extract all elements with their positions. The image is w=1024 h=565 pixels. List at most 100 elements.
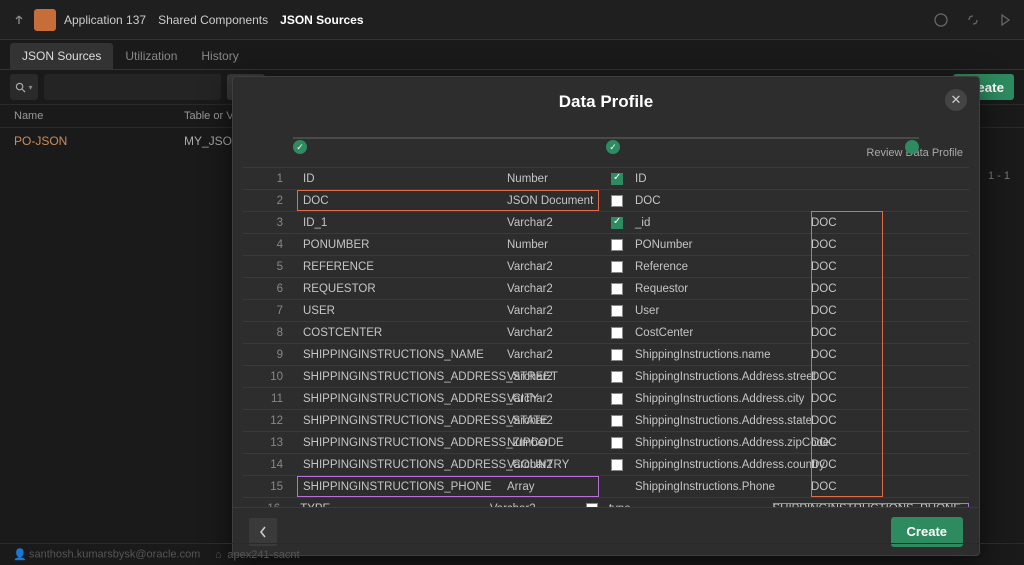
breadcrumb-item-shared[interactable]: Shared Components (158, 13, 268, 27)
checkbox[interactable] (611, 173, 623, 185)
profile-row[interactable]: 12SHIPPINGINSTRUCTIONS_ADDRESS_STATEVarc… (243, 409, 969, 431)
row-selector: ShippingInstructions.Phone (635, 481, 811, 493)
row-source: DOC (811, 305, 969, 317)
profile-row[interactable]: 15SHIPPINGINSTRUCTIONS_PHONEArrayShippin… (243, 475, 969, 497)
row-selector: _id (635, 217, 811, 229)
row-type: Number (507, 173, 599, 185)
host-label: ⌂apex241-sacnt (212, 549, 299, 561)
checkbox[interactable] (611, 349, 623, 361)
profile-row[interactable]: 11SHIPPINGINSTRUCTIONS_ADDRESS_CITYVarch… (243, 387, 969, 409)
col-name-header[interactable]: Name (14, 110, 184, 122)
row-selector: Requestor (635, 283, 811, 295)
row-index: 4 (243, 239, 297, 251)
checkbox[interactable] (586, 503, 598, 508)
row-column-name: DOC (297, 195, 507, 207)
checkbox[interactable] (611, 195, 623, 207)
row-source: DOC (811, 415, 969, 427)
profile-row[interactable]: 5REFERENCEVarchar2ReferenceDOC (243, 255, 969, 277)
checkbox[interactable] (611, 415, 623, 427)
row-selector: ShippingInstructions.name (635, 349, 811, 361)
app-icon (34, 9, 56, 31)
profile-row[interactable]: 4PONUMBERNumberPONumberDOC (243, 233, 969, 255)
checkbox[interactable] (611, 261, 623, 273)
step-2-dot[interactable]: ✓ (606, 140, 620, 154)
row-selector: DOC (635, 195, 811, 207)
row-checkbox-cell (599, 415, 635, 427)
row-selector: ID (635, 173, 811, 185)
row-checkbox-cell (575, 503, 608, 508)
row-checkbox-cell (599, 349, 635, 361)
back-button[interactable] (249, 518, 277, 546)
row-index: 7 (243, 305, 297, 317)
row-source: DOC (811, 217, 969, 229)
row-source: SHIPPINGINSTRUCTIONS_PHONE (773, 503, 970, 508)
row-type: Varchar2 (507, 217, 599, 229)
row-checkbox-cell (599, 459, 635, 471)
row-index: 5 (243, 261, 297, 273)
row-type: Varchar2 (507, 327, 599, 339)
tab-history[interactable]: History (189, 43, 250, 69)
bg-row-name: PO-JSON (14, 134, 184, 148)
modal-body[interactable]: 1IDNumberID2DOCJSON DocumentDOC3ID_1Varc… (233, 167, 979, 507)
profile-row[interactable]: 2DOCJSON DocumentDOC (243, 189, 969, 211)
profile-row[interactable]: 13SHIPPINGINSTRUCTIONS_ADDRESS_ZIPCODENu… (243, 431, 969, 453)
chat-icon[interactable] (932, 11, 950, 29)
row-column-name: SHIPPINGINSTRUCTIONS_PHONE (297, 481, 507, 493)
search-input[interactable] (44, 74, 221, 100)
create-button-modal[interactable]: Create (891, 517, 963, 547)
tab-bar: JSON Sources Utilization History (0, 40, 1024, 70)
search-dropdown[interactable] (10, 74, 38, 100)
profile-row[interactable]: 10SHIPPINGINSTRUCTIONS_ADDRESS_STREETVar… (243, 365, 969, 387)
row-checkbox-cell (599, 239, 635, 251)
tab-utilization[interactable]: Utilization (113, 43, 189, 69)
up-arrow-icon[interactable] (10, 11, 28, 29)
checkbox[interactable] (611, 371, 623, 383)
tab-json-sources[interactable]: JSON Sources (10, 43, 113, 69)
profile-row[interactable]: 1IDNumberID (243, 167, 969, 189)
row-checkbox-cell (599, 371, 635, 383)
row-column-name: COSTCENTER (297, 327, 507, 339)
profile-row[interactable]: 16TYPEVarchar2typeSHIPPINGINSTRUCTIONS_P… (243, 497, 969, 507)
play-icon[interactable] (996, 11, 1014, 29)
step-1-dot[interactable]: ✓ (293, 140, 307, 154)
checkbox[interactable] (611, 393, 623, 405)
row-type: Varchar2 (507, 371, 599, 383)
row-type: Varchar2 (507, 393, 599, 405)
link-icon[interactable] (964, 11, 982, 29)
row-column-name: REFERENCE (297, 261, 507, 273)
row-checkbox-cell (599, 327, 635, 339)
chevron-left-icon (259, 526, 267, 538)
row-column-name: SHIPPINGINSTRUCTIONS_ADDRESS_COUNTRY (297, 459, 507, 471)
row-selector: type (609, 503, 773, 508)
profile-row[interactable]: 9SHIPPINGINSTRUCTIONS_NAMEVarchar2Shippi… (243, 343, 969, 365)
row-selector: ShippingInstructions.Address.country (635, 459, 811, 471)
breadcrumb-item-json[interactable]: JSON Sources (280, 13, 363, 27)
modal-header: Data Profile ✕ (233, 77, 979, 127)
checkbox[interactable] (611, 437, 623, 449)
row-type: Number (507, 239, 599, 251)
close-icon[interactable]: ✕ (945, 89, 967, 111)
checkbox[interactable] (611, 283, 623, 295)
profile-row[interactable]: 8COSTCENTERVarchar2CostCenterDOC (243, 321, 969, 343)
step-3-dot[interactable] (905, 140, 919, 154)
row-type: Varchar2 (507, 349, 599, 361)
row-column-name: SHIPPINGINSTRUCTIONS_ADDRESS_STATE (297, 415, 507, 427)
checkbox[interactable] (611, 217, 623, 229)
row-index: 8 (243, 327, 297, 339)
checkbox[interactable] (611, 305, 623, 317)
profile-row[interactable]: 7USERVarchar2UserDOC (243, 299, 969, 321)
checkbox[interactable] (611, 327, 623, 339)
user-icon: 👤 (14, 548, 26, 560)
row-selector: ShippingInstructions.Address.city (635, 393, 811, 405)
profile-row[interactable]: 6REQUESTORVarchar2RequestorDOC (243, 277, 969, 299)
row-index: 3 (243, 217, 297, 229)
row-checkbox-cell (599, 393, 635, 405)
profile-row[interactable]: 14SHIPPINGINSTRUCTIONS_ADDRESS_COUNTRYVa… (243, 453, 969, 475)
user-label: 👤santhosh.kumarsbysk@oracle.com (14, 548, 200, 561)
checkbox[interactable] (611, 239, 623, 251)
row-source: DOC (811, 261, 969, 273)
profile-row[interactable]: 3ID_1Varchar2 _idDOC (243, 211, 969, 233)
breadcrumb-item-app[interactable]: Application 137 (64, 13, 146, 27)
checkbox[interactable] (611, 459, 623, 471)
row-column-name: ID_1 (297, 217, 507, 229)
